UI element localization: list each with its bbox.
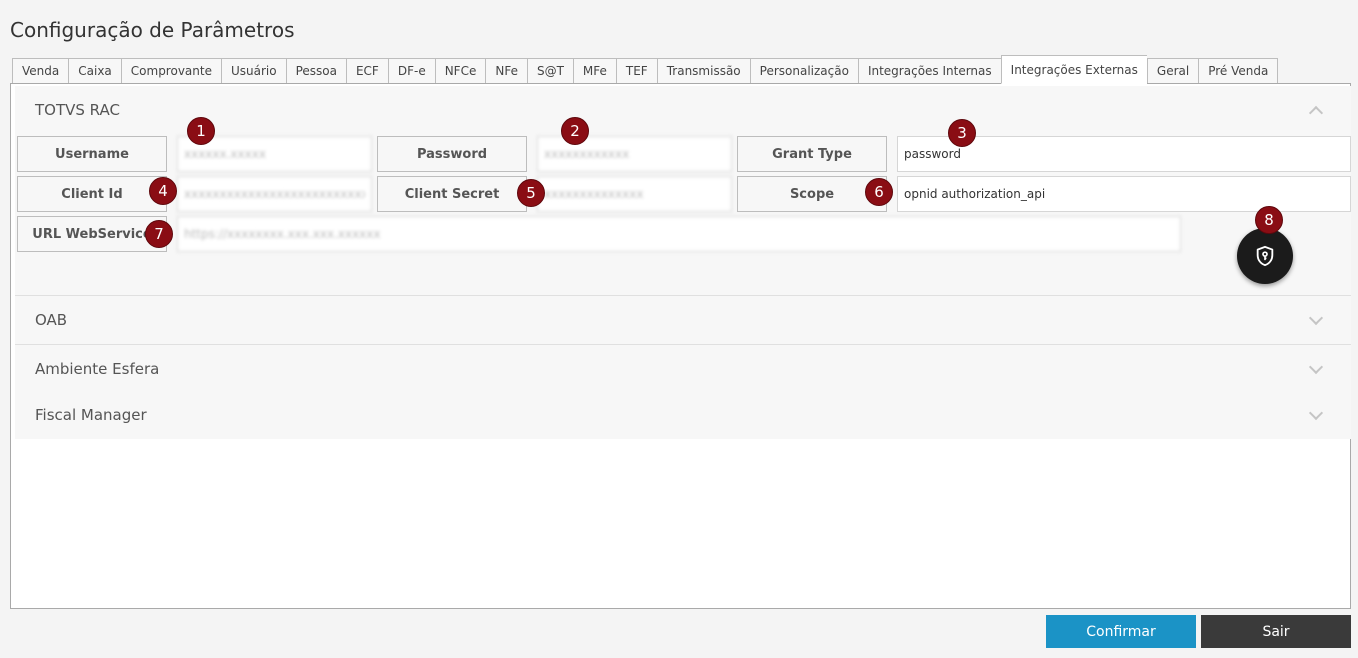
password-label: Password (377, 136, 527, 172)
marker-2: 2 (561, 117, 589, 145)
tab-integracoes-internas[interactable]: Integrações Internas (857, 58, 1001, 84)
section-title-oab: OAB (35, 311, 68, 329)
tab-integracoes-externas[interactable]: Integrações Externas (1000, 55, 1147, 84)
tab-venda[interactable]: Venda (12, 58, 69, 84)
tab-transmissao[interactable]: Transmissão (656, 58, 750, 84)
url-webservice-input[interactable] (177, 216, 1181, 252)
section-header-fiscal-manager[interactable]: Fiscal Manager (15, 393, 1351, 439)
tab-comprovante[interactable]: Comprovante (120, 58, 221, 84)
section-header-ambiente-esfera[interactable]: Ambiente Esfera (15, 344, 1351, 393)
chevron-down-icon (1308, 310, 1324, 326)
client-secret-input[interactable] (537, 176, 732, 212)
tab-dfe[interactable]: DF-e (387, 58, 435, 84)
accordion: TOTVS RAC Username Password Grant Type C… (15, 86, 1351, 439)
tab-sat[interactable]: S@T (526, 58, 573, 84)
exit-button[interactable]: Sair (1201, 615, 1351, 648)
section-title-ambiente-esfera: Ambiente Esfera (35, 360, 160, 378)
tab-ecf[interactable]: ECF (345, 58, 388, 84)
chevron-down-icon (1308, 359, 1324, 375)
tab-bar: Venda Caixa Comprovante Usuário Pessoa E… (12, 55, 1279, 84)
marker-1: 1 (187, 117, 215, 145)
section-body-totvs-rac: Username Password Grant Type Client Id C… (15, 117, 1351, 295)
section-header-oab[interactable]: OAB (15, 295, 1351, 344)
chevron-up-icon (1308, 105, 1324, 121)
shield-key-icon (1256, 245, 1274, 267)
client-secret-label: Client Secret (377, 176, 527, 212)
username-label: Username (17, 136, 167, 172)
marker-6: 6 (865, 178, 893, 206)
tab-tef[interactable]: TEF (615, 58, 657, 84)
marker-4: 4 (149, 177, 177, 205)
marker-5: 5 (517, 179, 545, 207)
security-key-button[interactable] (1237, 228, 1293, 284)
client-id-input[interactable] (177, 176, 372, 212)
marker-3: 3 (948, 119, 976, 147)
tab-pre-venda[interactable]: Pré Venda (1198, 58, 1279, 84)
tab-nfe[interactable]: NFe (485, 58, 527, 84)
marker-7: 7 (145, 220, 173, 248)
tab-nfce[interactable]: NFCe (434, 58, 486, 84)
tab-usuario[interactable]: Usuário (220, 58, 286, 84)
chevron-down-icon (1308, 405, 1324, 421)
tab-pessoa[interactable]: Pessoa (285, 58, 346, 84)
section-title-totvs-rac: TOTVS RAC (35, 101, 120, 119)
tab-mfe[interactable]: MFe (572, 58, 616, 84)
marker-8: 8 (1255, 206, 1283, 234)
tab-personalizacao[interactable]: Personalização (749, 58, 858, 84)
client-id-label: Client Id (17, 176, 167, 212)
page-title: Configuração de Parâmetros (10, 18, 295, 42)
grant-type-label: Grant Type (737, 136, 887, 172)
tab-caixa[interactable]: Caixa (68, 58, 121, 84)
scope-input[interactable] (897, 176, 1351, 212)
tab-panel: TOTVS RAC Username Password Grant Type C… (10, 83, 1351, 609)
confirm-button[interactable]: Confirmar (1046, 615, 1196, 648)
section-header-totvs-rac[interactable]: TOTVS RAC (15, 86, 1351, 135)
tab-geral[interactable]: Geral (1146, 58, 1199, 84)
section-title-fiscal-manager: Fiscal Manager (35, 406, 147, 424)
